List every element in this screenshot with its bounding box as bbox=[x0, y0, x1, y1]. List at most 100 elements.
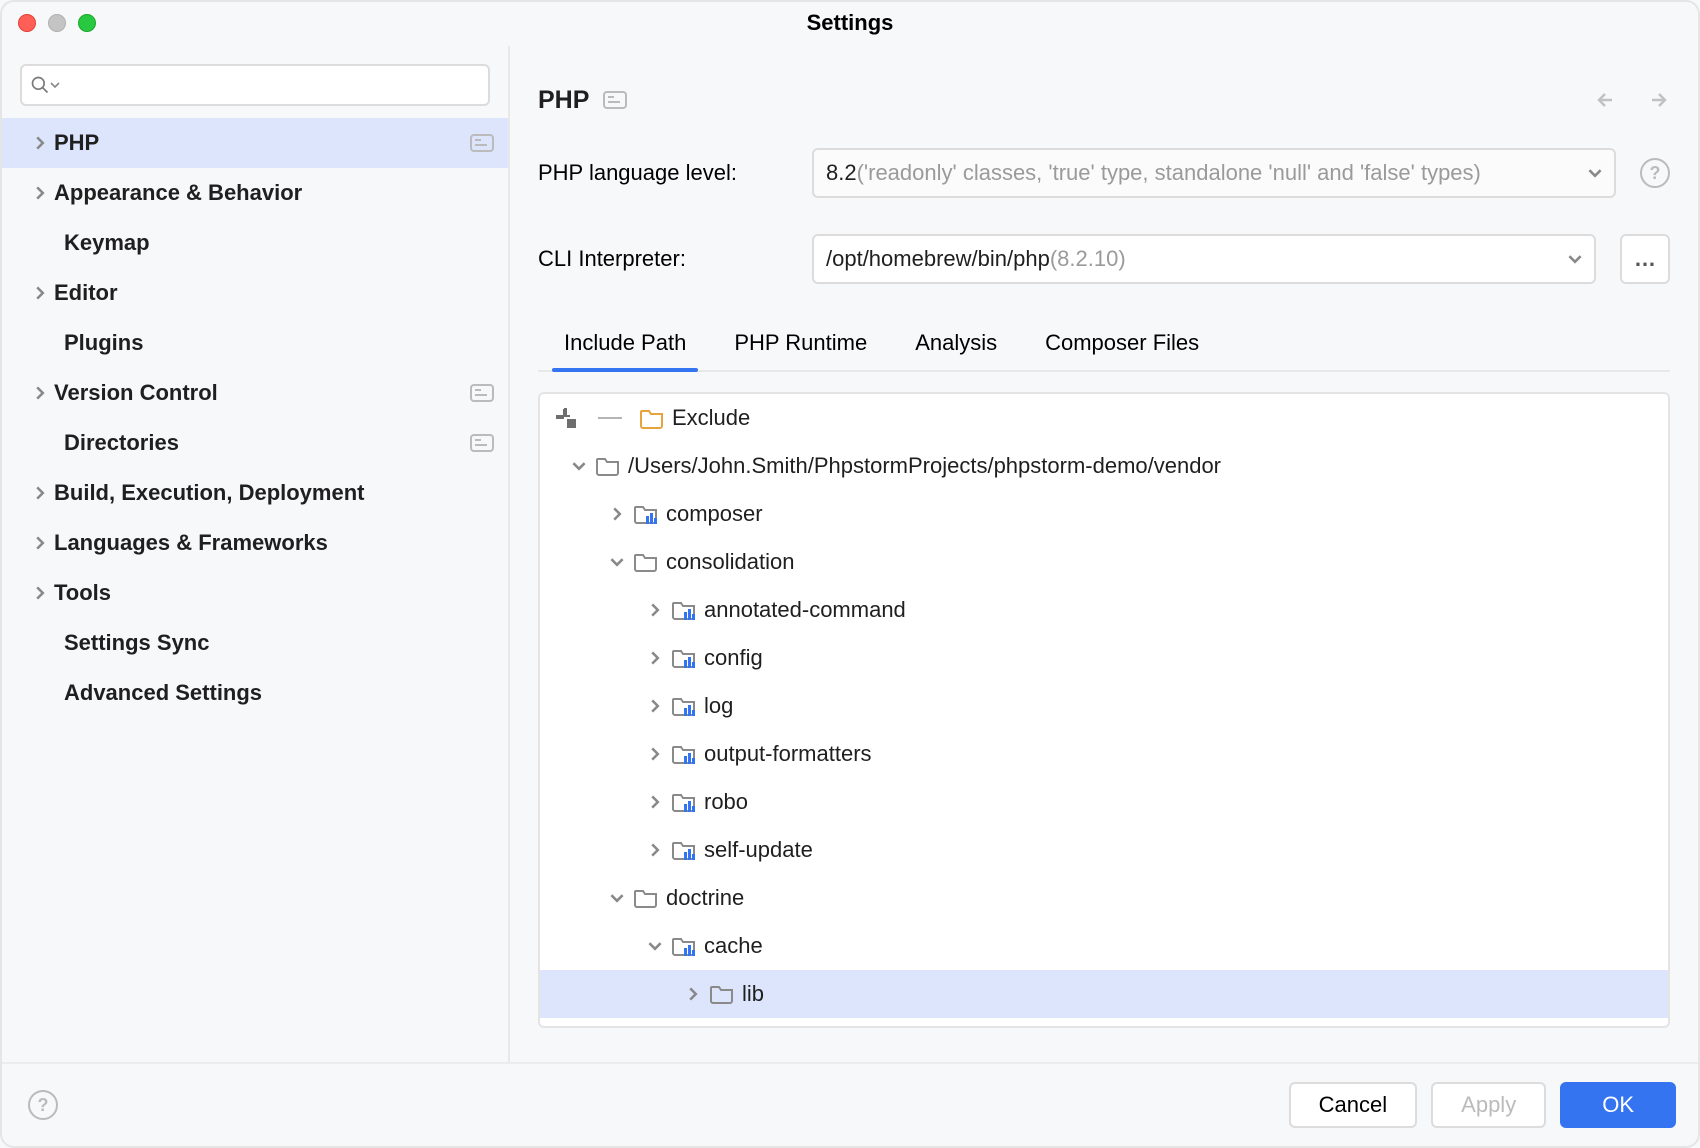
chevron-right-icon bbox=[30, 386, 50, 400]
include-path-item[interactable]: config bbox=[540, 634, 1668, 682]
lang-level-label: PHP language level: bbox=[538, 160, 788, 186]
sidebar-item-version-control[interactable]: Version Control bbox=[2, 368, 508, 418]
nav-back-icon[interactable] bbox=[1594, 88, 1618, 112]
library-folder-icon bbox=[672, 599, 696, 621]
chevron-right-icon[interactable] bbox=[644, 843, 666, 857]
cli-browse-button[interactable]: … bbox=[1620, 234, 1670, 284]
sidebar-item-label: PHP bbox=[54, 130, 470, 156]
include-path-label: output-formatters bbox=[704, 741, 872, 767]
sidebar-item-keymap[interactable]: Keymap bbox=[2, 218, 508, 268]
sidebar-item-label: Tools bbox=[54, 580, 494, 606]
cancel-button[interactable]: Cancel bbox=[1289, 1082, 1417, 1128]
project-scope-icon bbox=[470, 434, 494, 452]
library-folder-icon bbox=[672, 695, 696, 717]
chevron-down-icon[interactable] bbox=[568, 459, 590, 473]
chevron-right-icon bbox=[30, 186, 50, 200]
add-button-icon[interactable] bbox=[552, 404, 580, 432]
search-input-wrapper[interactable] bbox=[20, 64, 490, 106]
lang-level-help-icon[interactable]: ? bbox=[1640, 158, 1670, 188]
tab-include-path[interactable]: Include Path bbox=[564, 316, 686, 370]
nav-forward-icon[interactable] bbox=[1646, 88, 1670, 112]
settings-content: PHP PHP language level: 8.2 ('readonly' … bbox=[510, 46, 1698, 1062]
sidebar-item-tools[interactable]: Tools bbox=[2, 568, 508, 618]
chevron-right-icon[interactable] bbox=[682, 987, 704, 1001]
lang-level-value: 8.2 bbox=[826, 160, 857, 186]
library-folder-icon bbox=[672, 839, 696, 861]
include-path-item[interactable]: cache bbox=[540, 922, 1668, 970]
include-path-label: self-update bbox=[704, 837, 813, 863]
ok-button[interactable]: OK bbox=[1560, 1082, 1676, 1128]
include-path-item[interactable]: robo bbox=[540, 778, 1668, 826]
chevron-down-icon[interactable] bbox=[606, 891, 628, 905]
remove-button-icon[interactable] bbox=[596, 404, 624, 432]
chevron-right-icon[interactable] bbox=[644, 699, 666, 713]
include-path-item[interactable]: consolidation bbox=[540, 538, 1668, 586]
dialog-footer: ? Cancel Apply OK bbox=[2, 1062, 1698, 1146]
include-path-item[interactable]: lib bbox=[540, 970, 1668, 1018]
sidebar-item-languages-frameworks[interactable]: Languages & Frameworks bbox=[2, 518, 508, 568]
library-folder-icon bbox=[672, 791, 696, 813]
folder-icon bbox=[634, 887, 658, 909]
library-folder-icon bbox=[672, 935, 696, 957]
tab-analysis[interactable]: Analysis bbox=[915, 316, 997, 370]
include-path-item[interactable]: annotated-command bbox=[540, 586, 1668, 634]
project-scope-icon bbox=[470, 134, 494, 152]
project-scope-icon bbox=[470, 384, 494, 402]
include-path-panel: Exclude /Users/John.Smith/PhpstormProjec… bbox=[538, 392, 1670, 1028]
sidebar-item-plugins[interactable]: Plugins bbox=[2, 318, 508, 368]
settings-sidebar: PHP Appearance & Behavior Keymap Editor Plug… bbox=[2, 46, 510, 1062]
tab-composer-files[interactable]: Composer Files bbox=[1045, 316, 1199, 370]
sidebar-item-editor[interactable]: Editor bbox=[2, 268, 508, 318]
lang-level-dropdown[interactable]: 8.2 ('readonly' classes, 'true' type, st… bbox=[812, 148, 1616, 198]
page-title: PHP bbox=[538, 86, 589, 115]
cli-dropdown[interactable]: /opt/homebrew/bin/php (8.2.10) bbox=[812, 234, 1596, 284]
sidebar-item-advanced-settings[interactable]: Advanced Settings bbox=[2, 668, 508, 718]
chevron-right-icon bbox=[30, 286, 50, 300]
chevron-right-icon[interactable] bbox=[606, 507, 628, 521]
lang-level-hint: ('readonly' classes, 'true' type, standa… bbox=[857, 160, 1481, 186]
include-path-label: annotated-command bbox=[704, 597, 906, 623]
include-path-item[interactable]: log bbox=[540, 682, 1668, 730]
include-path-item[interactable]: composer bbox=[540, 490, 1668, 538]
footer-help-icon[interactable]: ? bbox=[28, 1090, 58, 1120]
library-folder-icon bbox=[672, 647, 696, 669]
folder-icon bbox=[634, 551, 658, 573]
chevron-down-icon[interactable] bbox=[606, 555, 628, 569]
sidebar-item-label: Settings Sync bbox=[64, 630, 494, 656]
sidebar-item-php[interactable]: PHP bbox=[2, 118, 508, 168]
library-folder-icon bbox=[634, 503, 658, 525]
sidebar-item-build-execution-deployment[interactable]: Build, Execution, Deployment bbox=[2, 468, 508, 518]
search-history-icon[interactable] bbox=[50, 80, 60, 90]
include-path-item[interactable]: /Users/John.Smith/PhpstormProjects/phpst… bbox=[540, 442, 1668, 490]
sidebar-item-label: Keymap bbox=[64, 230, 494, 256]
chevron-down-icon[interactable] bbox=[644, 939, 666, 953]
sidebar-item-appearance-behavior[interactable]: Appearance & Behavior bbox=[2, 168, 508, 218]
include-path-label: config bbox=[704, 645, 763, 671]
chevron-right-icon bbox=[30, 486, 50, 500]
include-path-item[interactable]: output-formatters bbox=[540, 730, 1668, 778]
chevron-down-icon bbox=[1568, 252, 1582, 266]
tab-php-runtime[interactable]: PHP Runtime bbox=[734, 316, 867, 370]
chevron-right-icon[interactable] bbox=[644, 747, 666, 761]
titlebar: Settings bbox=[2, 2, 1698, 46]
include-path-item[interactable]: self-update bbox=[540, 826, 1668, 874]
exclude-label[interactable]: Exclude bbox=[672, 405, 750, 431]
settings-tree: PHP Appearance & Behavior Keymap Editor Plug… bbox=[2, 118, 508, 718]
include-path-label: lib bbox=[742, 981, 764, 1007]
sidebar-item-label: Languages & Frameworks bbox=[54, 530, 494, 556]
include-path-label: log bbox=[704, 693, 733, 719]
chevron-right-icon[interactable] bbox=[644, 651, 666, 665]
include-path-label: robo bbox=[704, 789, 748, 815]
include-path-tree[interactable]: /Users/John.Smith/PhpstormProjects/phpst… bbox=[540, 442, 1668, 1026]
sidebar-item-settings-sync[interactable]: Settings Sync bbox=[2, 618, 508, 668]
include-path-item[interactable]: doctrine bbox=[540, 874, 1668, 922]
panel-toolbar: Exclude bbox=[540, 394, 1668, 442]
search-input[interactable] bbox=[60, 73, 480, 98]
chevron-right-icon[interactable] bbox=[644, 603, 666, 617]
cli-label: CLI Interpreter: bbox=[538, 246, 788, 272]
include-path-label: cache bbox=[704, 933, 763, 959]
sidebar-item-label: Plugins bbox=[64, 330, 494, 356]
folder-icon bbox=[596, 455, 620, 477]
sidebar-item-directories[interactable]: Directories bbox=[2, 418, 508, 468]
chevron-right-icon[interactable] bbox=[644, 795, 666, 809]
